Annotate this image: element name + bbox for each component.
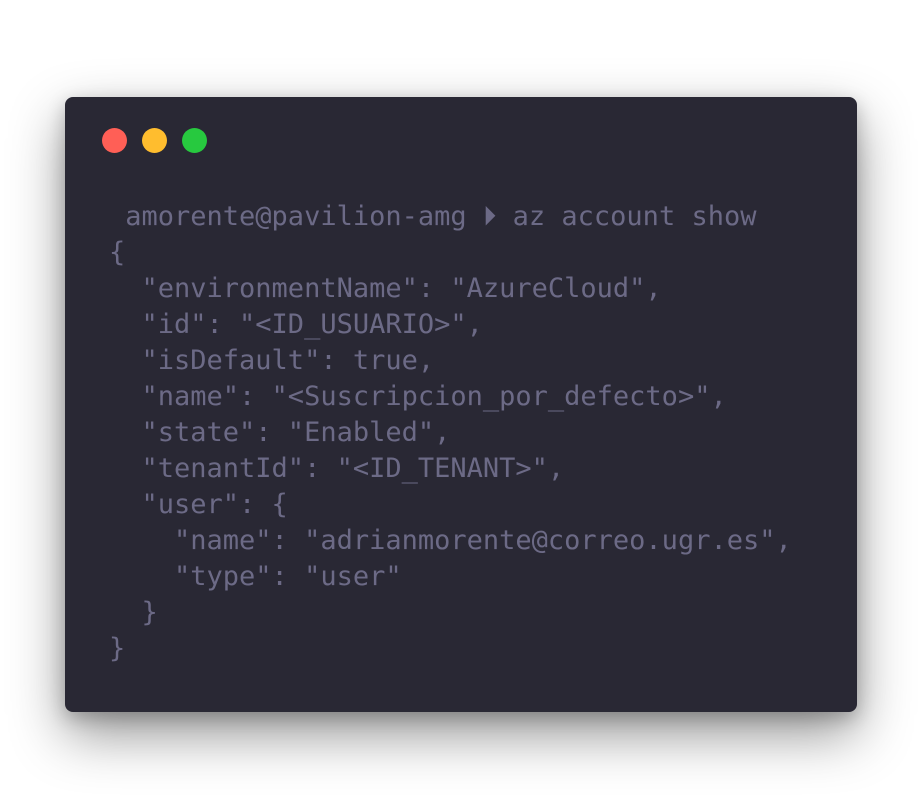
output-line: { <box>109 237 126 268</box>
prompt-arrow-icon: ⏵ <box>466 201 513 232</box>
prompt-command: az account show <box>512 201 757 232</box>
output-line: "tenantId": "<ID_TENANT>", <box>109 453 565 484</box>
page: amorente@pavilion-amg ⏵ az account show{… <box>0 0 922 810</box>
maximize-button[interactable] <box>182 128 207 153</box>
output-line: "type": "user" <box>109 561 402 592</box>
output-line: "id": "<ID_USUARIO>", <box>109 309 483 340</box>
output-line: "name": "adrianmorente@correo.ugr.es", <box>109 525 792 556</box>
window-controls <box>102 128 207 153</box>
output-line: } <box>109 597 158 628</box>
output-line: "state": "Enabled", <box>109 417 451 448</box>
output-line: "name": "<Suscripcion_por_defecto>", <box>109 381 727 412</box>
output-line: "environmentName": "AzureCloud", <box>109 273 662 304</box>
close-button[interactable] <box>102 128 127 153</box>
prompt-user-host: amorente@pavilion-amg <box>109 201 467 232</box>
terminal-output: amorente@pavilion-amg ⏵ az account show{… <box>109 199 792 667</box>
output-line: "user": { <box>109 489 288 520</box>
terminal-window: amorente@pavilion-amg ⏵ az account show{… <box>65 97 857 712</box>
output-line: } <box>109 633 126 664</box>
minimize-button[interactable] <box>142 128 167 153</box>
output-line: "isDefault": true, <box>109 345 435 376</box>
prompt-line: amorente@pavilion-amg ⏵ az account show <box>109 199 792 235</box>
